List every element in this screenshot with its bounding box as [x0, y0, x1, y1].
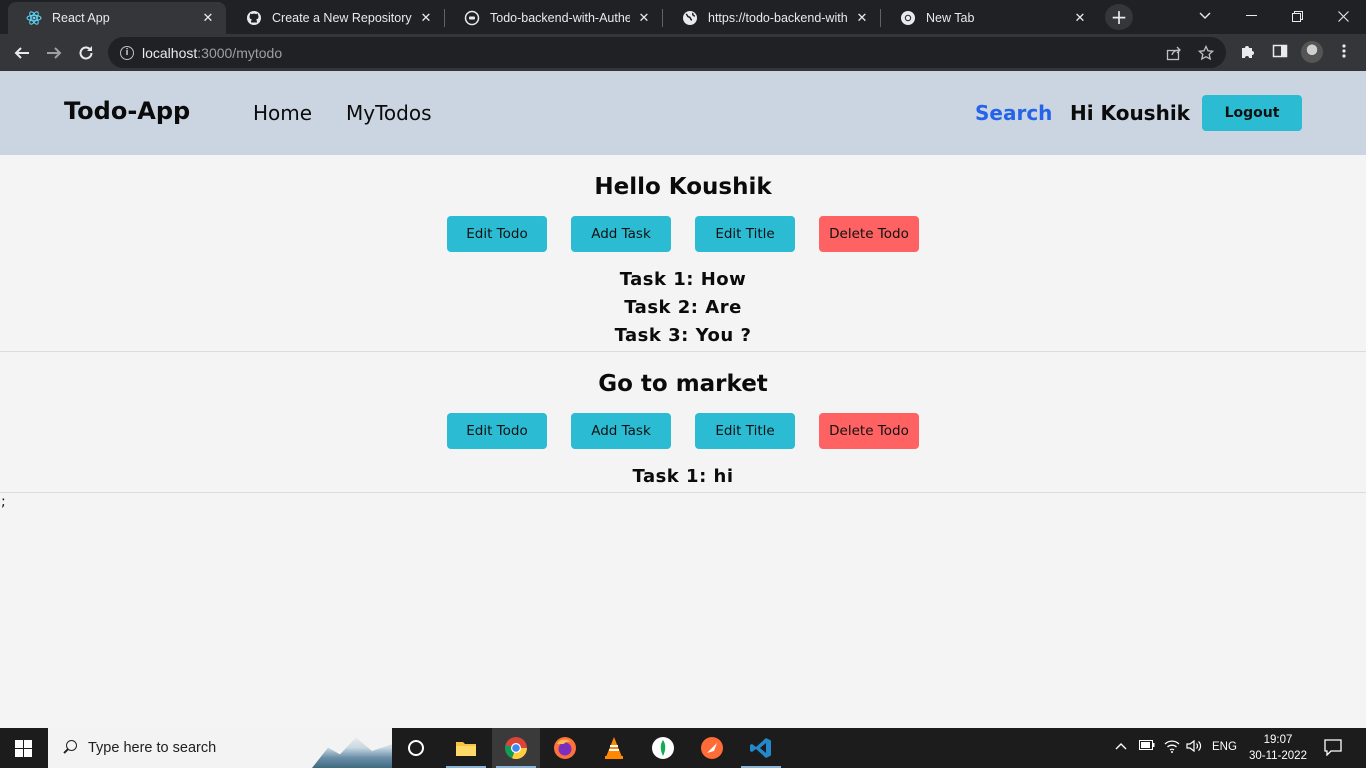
search-icon — [62, 740, 78, 756]
tab-title: React App — [52, 11, 110, 25]
browser-tab-strip: React App ✕ Create a New Repository ✕ To… — [0, 0, 1366, 34]
input-language[interactable]: ENG — [1212, 741, 1237, 753]
tab-divider — [444, 9, 445, 27]
task-list: Task 1: hi — [0, 463, 1366, 491]
edit-todo-button[interactable]: Edit Todo — [447, 413, 547, 449]
clock-time: 19:07 — [1263, 734, 1293, 746]
todo-title: Go to market — [598, 371, 768, 397]
show-hidden-icons-chevron-icon[interactable] — [1115, 739, 1127, 754]
minimize-icon[interactable] — [1228, 0, 1274, 32]
profile-avatar[interactable] — [1301, 41, 1323, 63]
clock-date: 30-11-2022 — [1249, 750, 1307, 762]
task-item: Task 2: Are — [624, 297, 742, 318]
battery-icon[interactable] — [1139, 739, 1155, 754]
restore-icon[interactable] — [1274, 0, 1320, 32]
task-item: Task 3: You ? — [614, 325, 752, 346]
react-icon — [26, 10, 42, 26]
side-panel-icon[interactable] — [1270, 43, 1290, 63]
file-explorer-icon[interactable] — [442, 728, 490, 768]
bookmark-star-icon[interactable] — [1197, 44, 1215, 65]
tab-title: New Tab — [926, 11, 975, 25]
tab-title: https://todo-backend-with-a — [708, 11, 848, 25]
taskbar-search-placeholder: Type here to search — [88, 740, 217, 756]
user-greeting: Hi Koushik — [1070, 101, 1190, 125]
todo-card: Go to market Edit Todo Add Task Edit Tit… — [0, 352, 1366, 493]
tab-create-repository[interactable]: Create a New Repository ✕ — [228, 2, 444, 34]
tab-todo-backend-url[interactable]: https://todo-backend-with-a ✕ — [664, 2, 880, 34]
app-navbar: Todo-App Home MyTodos Search Hi Koushik … — [0, 71, 1366, 155]
task-item: Task 1: How — [619, 269, 747, 290]
brand-logo[interactable]: Todo-App — [64, 97, 190, 125]
close-tab-icon[interactable]: ✕ — [1072, 10, 1088, 26]
todo-card: Hello Koushik Edit Todo Add Task Edit Ti… — [0, 155, 1366, 352]
back-arrow-icon[interactable] — [8, 39, 36, 67]
stray-text: ; — [1, 494, 6, 510]
forward-arrow-icon[interactable] — [40, 39, 68, 67]
logout-button[interactable]: Logout — [1202, 95, 1302, 131]
tab-divider — [662, 9, 663, 27]
cortana-icon[interactable] — [392, 728, 440, 768]
api-icon — [464, 10, 480, 26]
close-window-icon[interactable] — [1320, 0, 1366, 32]
edit-todo-button[interactable]: Edit Todo — [447, 216, 547, 252]
close-tab-icon[interactable]: ✕ — [636, 10, 652, 26]
search-highlight-image — [312, 737, 392, 768]
reload-icon[interactable] — [72, 39, 100, 67]
nav-link-mytodos[interactable]: MyTodos — [346, 101, 432, 125]
add-task-button[interactable]: Add Task — [571, 413, 671, 449]
delete-todo-button[interactable]: Delete Todo — [819, 216, 919, 252]
share-icon[interactable] — [1166, 45, 1182, 65]
mongodb-compass-icon[interactable] — [639, 728, 687, 768]
close-tab-icon[interactable]: ✕ — [854, 10, 870, 26]
chrome-icon — [900, 10, 916, 26]
nav-link-search[interactable]: Search — [975, 101, 1052, 125]
tab-title: Todo-backend-with-Authenti — [490, 11, 630, 25]
postman-icon[interactable] — [688, 728, 736, 768]
browser-toolbar: i localhost:3000/mytodo — [0, 34, 1366, 71]
task-list: Task 1: How Task 2: Are Task 3: You ? — [0, 266, 1366, 350]
url-path: :3000/mytodo — [197, 44, 283, 61]
tab-search-chevron-icon[interactable] — [1182, 0, 1228, 32]
vscode-icon[interactable] — [737, 728, 785, 768]
extensions-puzzle-icon[interactable] — [1238, 43, 1258, 63]
chrome-taskbar-icon[interactable] — [492, 728, 540, 768]
edit-title-button[interactable]: Edit Title — [695, 216, 795, 252]
taskbar-search-box[interactable]: Type here to search — [48, 728, 392, 768]
new-tab-button[interactable]: + — [1105, 4, 1133, 30]
url-host: localhost — [142, 44, 198, 61]
windows-taskbar: Type here to search ENG 19:07 30-11-2022 — [0, 728, 1366, 768]
task-item: Task 1: hi — [632, 466, 734, 487]
notification-center-icon[interactable] — [1324, 739, 1342, 760]
tab-divider — [880, 9, 881, 27]
firefox-icon[interactable] — [541, 728, 589, 768]
close-tab-icon[interactable]: ✕ — [418, 10, 434, 26]
todo-title: Hello Koushik — [594, 174, 772, 200]
add-task-button[interactable]: Add Task — [571, 216, 671, 252]
taskbar-clock[interactable]: 19:07 30-11-2022 — [1244, 732, 1312, 764]
vlc-icon[interactable] — [590, 728, 638, 768]
github-icon — [246, 10, 262, 26]
windows-start-icon[interactable] — [15, 740, 32, 757]
nav-link-home[interactable]: Home — [253, 101, 312, 125]
delete-todo-button[interactable]: Delete Todo — [819, 413, 919, 449]
todo-actions: Edit Todo Add Task Edit Title Delete Tod… — [0, 413, 1366, 449]
wifi-icon[interactable] — [1164, 739, 1180, 757]
volume-icon[interactable] — [1186, 739, 1202, 757]
menu-kebab-icon[interactable] — [1334, 43, 1354, 63]
site-info-icon[interactable]: i — [120, 45, 134, 60]
globe-icon — [682, 10, 698, 26]
address-bar[interactable]: i localhost:3000/mytodo — [108, 37, 1226, 68]
tab-todo-backend[interactable]: Todo-backend-with-Authenti ✕ — [446, 2, 662, 34]
todo-actions: Edit Todo Add Task Edit Title Delete Tod… — [0, 216, 1366, 252]
tab-react-app[interactable]: React App ✕ — [8, 2, 226, 34]
close-tab-icon[interactable]: ✕ — [200, 10, 216, 26]
tab-new-tab[interactable]: New Tab ✕ — [882, 2, 1098, 34]
edit-title-button[interactable]: Edit Title — [695, 413, 795, 449]
tab-title: Create a New Repository — [272, 11, 412, 25]
